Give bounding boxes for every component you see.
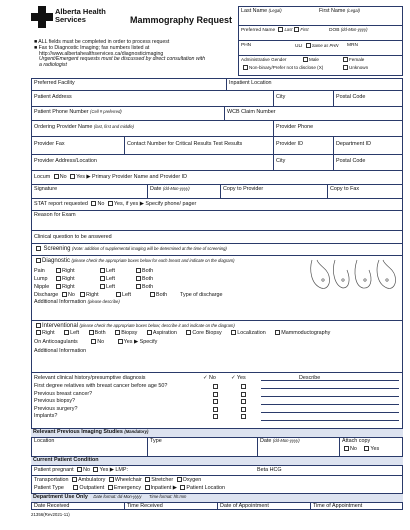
diagnostic-grid: Pain Right Left Both Lump Right Left Both Nipp… [34,268,223,298]
history-no-header: ✓ No [203,375,216,381]
time-appointment-field[interactable]: Time of Appointment [313,503,362,509]
interventional-header: Interventional (please check the appropr… [34,323,235,329]
attach-copy-label: Attach copy [342,438,371,444]
male-checkbox[interactable]: Male [301,57,319,63]
attach-copy-options[interactable]: No Yes [342,446,379,452]
patient-type-row: Patient Type Outpatient Emergency Inpati… [34,485,226,491]
locum-row: Locum No Yes ▶ Primary Provider Name and… [34,174,188,180]
pregnant-row: Patient pregnant No Yes ▶ LMP: [34,467,129,473]
patient-phone-field[interactable]: Patient Phone Number (Cell # preferred) [34,109,122,115]
provider-city-field[interactable]: City [276,158,285,164]
copy-fax-field[interactable]: Copy to Fax [330,186,359,192]
phn-field[interactable]: PHN [241,43,251,48]
date-appointment-field[interactable]: Date of Appointment [220,503,269,509]
unknown-checkbox[interactable]: Unknown [341,65,368,71]
aHS-logo: Alberta Health Services [31,6,121,30]
history-yes-header: ✓ Yes [231,375,246,381]
breast-diagram[interactable] [309,258,399,292]
provider-id-field[interactable]: Provider ID [276,141,303,147]
form-title: Mammography Request [130,15,233,25]
wcb-claim-field[interactable]: WCB Claim Number [227,109,276,115]
locum-yes-checkbox[interactable] [70,174,76,180]
screening-checkbox[interactable] [36,246,41,252]
preferred-name-field[interactable]: Preferred Name Last First [241,27,309,33]
reason-for-exam-field[interactable]: Reason for Exam [34,212,76,218]
screening-row: Screening (Note: addition of supplementa… [34,246,227,252]
beta-hcg-field[interactable]: Beta HCG [257,467,282,473]
interventional-checkbox[interactable] [36,323,41,329]
stat-no-checkbox[interactable] [91,201,97,207]
city-field[interactable]: City [276,94,285,100]
time-received-field[interactable]: Time Received [127,503,163,509]
copy-provider-field[interactable]: Copy to Provider [223,186,263,192]
department-id-field[interactable]: Department ID [336,141,371,147]
provider-postal-field[interactable]: Postal Code [336,158,365,164]
stat-row: STAT report requested No Yes, if yes ▶ S… [34,201,197,207]
interventional-additional-info[interactable]: Additional Information [34,348,86,354]
first-name-field[interactable]: First Name (Legal) [319,8,360,14]
patient-address-field[interactable]: Patient Address [34,94,72,100]
org-name-line2: Services [55,15,86,24]
ordering-provider-field[interactable]: Ordering Provider Name (last, first and … [34,124,134,130]
inpatient-location-field[interactable]: Inpatient Location [229,80,272,86]
org-name: Alberta Health Services [55,8,106,24]
provider-fax-field[interactable]: Provider Fax [34,141,65,147]
uli-field[interactable]: ULI Same as PHN [295,43,338,49]
provider-address-field[interactable]: Provider Address/Location [34,158,97,164]
transportation-row: Transportation Ambulatory Wheelchair Str… [34,477,202,483]
dept-header: Department Use Only Date format: dd-Mon-… [31,494,403,502]
nonbinary-checkbox[interactable]: Non-binary/Prefer not to disclose (X) [241,65,323,71]
clinical-question-field[interactable]: Clinical question to be answered [34,234,112,240]
last-name-field[interactable]: Last Name (Legal) [241,8,282,14]
locum-no-checkbox[interactable] [53,174,59,180]
critical-contact-field[interactable]: Contact Number for Critical Results Test… [127,141,242,147]
imaging-date-field[interactable]: Date (dd-Mon-yyyy) [260,438,300,444]
request-form: Preferred Facility Inpatient Location Pa… [31,78,403,520]
diagnostic-additional-info[interactable]: Additional Information (please describe) [34,299,120,305]
history-label: Relevant clinical history/presumptive di… [34,375,146,381]
imaging-type-field[interactable]: Type [150,438,162,444]
instructions: ■ ALL fields must be completed in order … [34,39,205,69]
mrn-field[interactable]: MRN [347,43,358,48]
date-received-field[interactable]: Date Received [34,503,69,509]
signature-field[interactable]: Signature [34,186,57,192]
imaging-location-field[interactable]: Location [34,438,54,444]
interventional-options: Right Left Both Biopsy Aspiration Core B… [34,330,330,336]
diagnostic-header: Diagnostic (please check the appropriate… [34,258,234,264]
anticoag-row: On Anticoagulants No Yes ▶ Specify [34,339,158,345]
female-checkbox[interactable]: Female [341,57,364,63]
postal-code-field[interactable]: Postal Code [336,94,365,100]
provider-phone-field[interactable]: Provider Phone [276,124,313,130]
condition-header: Current Patient Condition [31,457,403,465]
preferred-facility-field[interactable]: Preferred Facility [34,80,75,86]
footer-code: 21356(Rev2021-11) [31,512,70,517]
diagnostic-checkbox[interactable] [36,258,41,264]
dob-field[interactable]: DOB (dd-Mon-yyyy) [329,27,368,33]
signature-date-field[interactable]: Date (dd-Mon-yyyy) [150,186,190,192]
history-questions: First degree relatives with breast cance… [34,383,246,421]
instruction-5: a radiologist [39,62,67,69]
stat-yes-checkbox[interactable] [107,201,113,207]
admin-gender-label: Administrative Gender [241,57,287,62]
imaging-header: Relevant Previous Imaging Studies (Manda… [31,429,403,437]
patient-id-box: Last Name (Legal) First Name (Legal) Pre… [238,6,403,76]
